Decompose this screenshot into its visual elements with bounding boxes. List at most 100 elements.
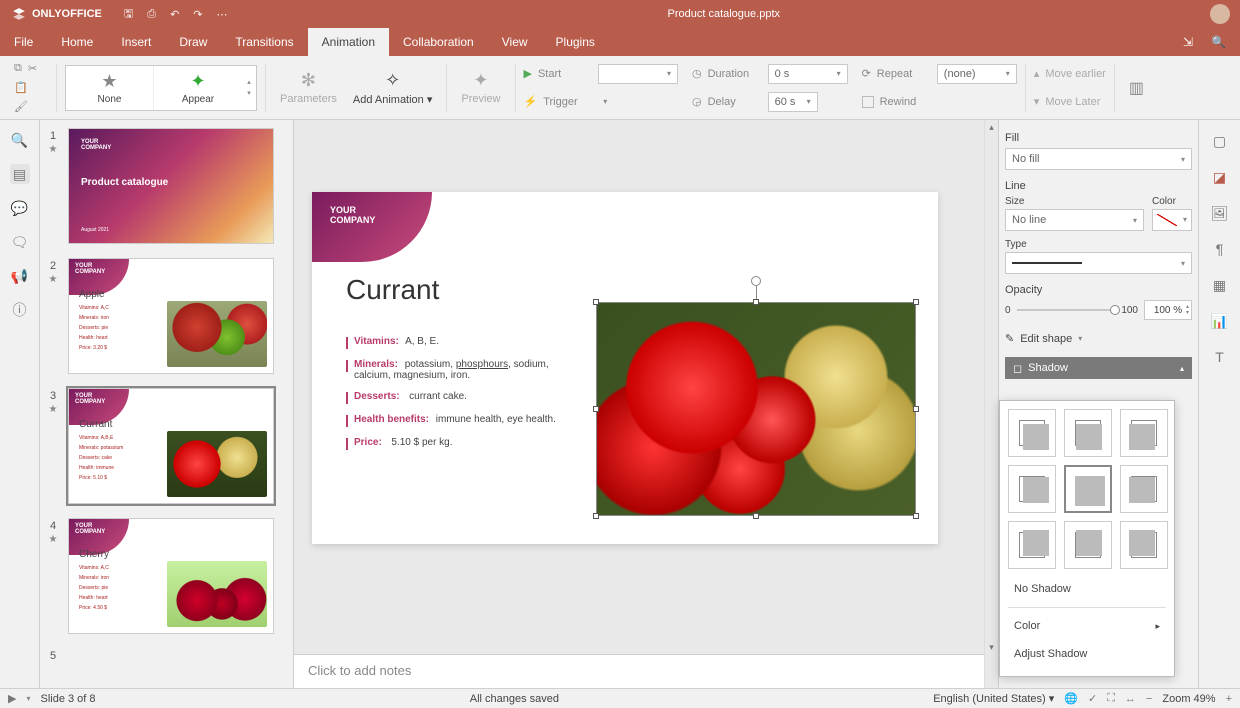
cut-icon[interactable]: ✂ bbox=[28, 62, 37, 75]
tab-insert[interactable]: Insert bbox=[107, 28, 165, 56]
delay-control[interactable]: ◶ Delay 60 s bbox=[692, 91, 848, 113]
fill-dropdown[interactable]: No fill bbox=[1005, 148, 1192, 170]
start-control[interactable]: ▶ Start bbox=[524, 63, 678, 85]
shadow-preset-r[interactable] bbox=[1008, 465, 1056, 513]
current-slide[interactable]: YOURCOMPANY Currant Vitamins: A, B, E. M… bbox=[312, 192, 938, 544]
fill-label: Fill bbox=[1005, 132, 1192, 144]
adjust-shadow-option[interactable]: Adjust Shadow bbox=[1008, 640, 1166, 668]
more-icon[interactable]: ⋯ bbox=[217, 8, 228, 21]
slide-counter: Slide 3 of 8 bbox=[40, 693, 95, 705]
duration-control[interactable]: ◷ Duration 0 s bbox=[692, 63, 848, 85]
resize-handle[interactable] bbox=[913, 406, 919, 412]
line-color-picker[interactable] bbox=[1152, 209, 1192, 231]
paste-icon[interactable]: 📋 bbox=[14, 81, 28, 94]
shadow-section-header[interactable]: ◻ Shadow ▴ bbox=[1005, 357, 1192, 379]
repeat-control[interactable]: ⟳ Repeat (none) bbox=[862, 63, 1017, 85]
thumbnail-3[interactable]: YOURCOMPANY Currant Vitamins: A,B,EMiner… bbox=[68, 388, 274, 504]
shadow-preset-tr[interactable] bbox=[1008, 521, 1056, 569]
language-selector[interactable]: English (United States) ▾ bbox=[933, 692, 1054, 705]
effect-none[interactable]: ★ None bbox=[66, 66, 154, 110]
slides-icon[interactable]: ▤ bbox=[10, 164, 30, 184]
rewind-checkbox[interactable]: Rewind bbox=[862, 91, 1017, 113]
add-animation-button[interactable]: ✧ Add Animation ▾ bbox=[347, 70, 439, 106]
effects-more-dropdown[interactable]: ▴▾ bbox=[242, 66, 256, 110]
notes-area[interactable]: Click to add notes bbox=[294, 654, 984, 688]
resize-handle[interactable] bbox=[593, 299, 599, 305]
parameters-button: ✻ Parameters bbox=[274, 70, 343, 105]
tab-plugins[interactable]: Plugins bbox=[542, 28, 609, 56]
zoom-level[interactable]: Zoom 49% bbox=[1162, 693, 1215, 705]
animation-pane-button[interactable]: ▥ bbox=[1123, 78, 1150, 98]
slide-heading[interactable]: Currant bbox=[346, 274, 439, 306]
undo-icon[interactable]: ↶ bbox=[170, 8, 179, 21]
zoom-out-icon[interactable]: − bbox=[1146, 693, 1152, 705]
feedback-icon[interactable]: 📢 bbox=[10, 266, 30, 286]
find-icon[interactable]: 🔍 bbox=[10, 130, 30, 150]
opacity-value[interactable]: 100 %▴▾ bbox=[1144, 300, 1192, 320]
shadow-color-option[interactable]: Color▸ bbox=[1008, 612, 1166, 640]
thumbnail-2[interactable]: YOURCOMPANY Apple Vitamins: A,CMinerals:… bbox=[68, 258, 274, 374]
thumbnail-4[interactable]: YOURCOMPANY Cherry Vitamins: A,CMinerals… bbox=[68, 518, 274, 634]
shadow-preset-t[interactable] bbox=[1064, 521, 1112, 569]
globe-icon[interactable]: 🌐 bbox=[1064, 692, 1078, 705]
shadow-preset-br[interactable] bbox=[1008, 409, 1056, 457]
resize-handle[interactable] bbox=[753, 513, 759, 519]
fit-width-icon[interactable]: ↔ bbox=[1125, 693, 1136, 705]
slideshow-icon[interactable]: ▶ bbox=[8, 692, 16, 705]
tab-collaboration[interactable]: Collaboration bbox=[389, 28, 488, 56]
textart-settings-icon[interactable]: T bbox=[1209, 346, 1231, 368]
no-shadow-option[interactable]: No Shadow bbox=[1008, 575, 1166, 603]
resize-handle[interactable] bbox=[913, 299, 919, 305]
fit-slide-icon[interactable]: ⛶ bbox=[1107, 692, 1115, 705]
thumbnail-1[interactable]: YOUR COMPANY Product catalogue August 20… bbox=[68, 128, 274, 244]
add-animation-icon: ✧ bbox=[385, 70, 400, 91]
slide-canvas[interactable]: YOURCOMPANY Currant Vitamins: A, B, E. M… bbox=[294, 120, 998, 688]
open-location-icon[interactable]: ⇲ bbox=[1183, 35, 1193, 49]
save-icon[interactable]: 🖫 bbox=[124, 5, 133, 24]
tab-file[interactable]: File bbox=[0, 28, 47, 56]
comments-icon[interactable]: 💬 bbox=[10, 198, 30, 218]
search-icon[interactable]: 🔍 bbox=[1211, 35, 1226, 49]
shape-settings-icon[interactable]: ◪ bbox=[1209, 166, 1231, 188]
line-size-dropdown[interactable]: No line bbox=[1005, 209, 1144, 231]
shadow-preset-l[interactable] bbox=[1120, 465, 1168, 513]
shadow-preset-b[interactable] bbox=[1064, 409, 1112, 457]
opacity-slider[interactable] bbox=[1017, 309, 1116, 311]
tab-transitions[interactable]: Transitions bbox=[221, 28, 307, 56]
tab-animation[interactable]: Animation bbox=[308, 28, 389, 56]
effect-appear[interactable]: ✦ Appear bbox=[154, 66, 242, 110]
tab-draw[interactable]: Draw bbox=[165, 28, 221, 56]
shadow-preset-center[interactable] bbox=[1064, 465, 1112, 513]
user-avatar[interactable] bbox=[1210, 4, 1230, 24]
table-settings-icon[interactable]: ▦ bbox=[1209, 274, 1231, 296]
format-painter-icon[interactable]: 🖌 bbox=[14, 100, 28, 113]
resize-handle[interactable] bbox=[593, 406, 599, 412]
about-icon[interactable]: ⓘ bbox=[10, 300, 30, 320]
chat-icon[interactable]: 🗨 bbox=[10, 232, 30, 252]
left-toolbar: 🔍 ▤ 💬 🗨 📢 ⓘ bbox=[0, 120, 40, 688]
slide-settings-icon[interactable]: ▢ bbox=[1209, 130, 1231, 152]
tab-home[interactable]: Home bbox=[47, 28, 107, 56]
image-settings-icon[interactable]: 🖼 bbox=[1209, 202, 1231, 224]
resize-handle[interactable] bbox=[593, 513, 599, 519]
tab-view[interactable]: View bbox=[488, 28, 542, 56]
line-type-dropdown[interactable] bbox=[1005, 252, 1192, 274]
spellcheck-icon[interactable]: ✓ bbox=[1088, 692, 1097, 705]
zoom-in-icon[interactable]: + bbox=[1226, 693, 1232, 705]
shadow-preset-tl[interactable] bbox=[1120, 521, 1168, 569]
resize-handle[interactable] bbox=[753, 299, 759, 305]
slide-number: 3 bbox=[50, 390, 56, 402]
print-icon[interactable]: ⎙ bbox=[147, 8, 156, 21]
slide-info-list[interactable]: Vitamins: A, B, E. Minerals: potassium, … bbox=[346, 336, 586, 460]
chart-settings-icon[interactable]: 📊 bbox=[1209, 310, 1231, 332]
redo-icon[interactable]: ↷ bbox=[193, 8, 202, 21]
resize-handle[interactable] bbox=[913, 513, 919, 519]
selected-image[interactable] bbox=[596, 302, 916, 516]
edit-shape-button[interactable]: ✎ Edit shape ▾ bbox=[1005, 332, 1192, 345]
vertical-scrollbar[interactable]: ▴ ▾ bbox=[984, 120, 998, 688]
rotate-handle[interactable] bbox=[751, 276, 761, 300]
paragraph-settings-icon[interactable]: ¶ bbox=[1209, 238, 1231, 260]
trigger-control[interactable]: ⚡ Trigger ▾ bbox=[524, 91, 678, 113]
copy-icon[interactable]: ⧉ bbox=[14, 62, 22, 75]
shadow-preset-bl[interactable] bbox=[1120, 409, 1168, 457]
